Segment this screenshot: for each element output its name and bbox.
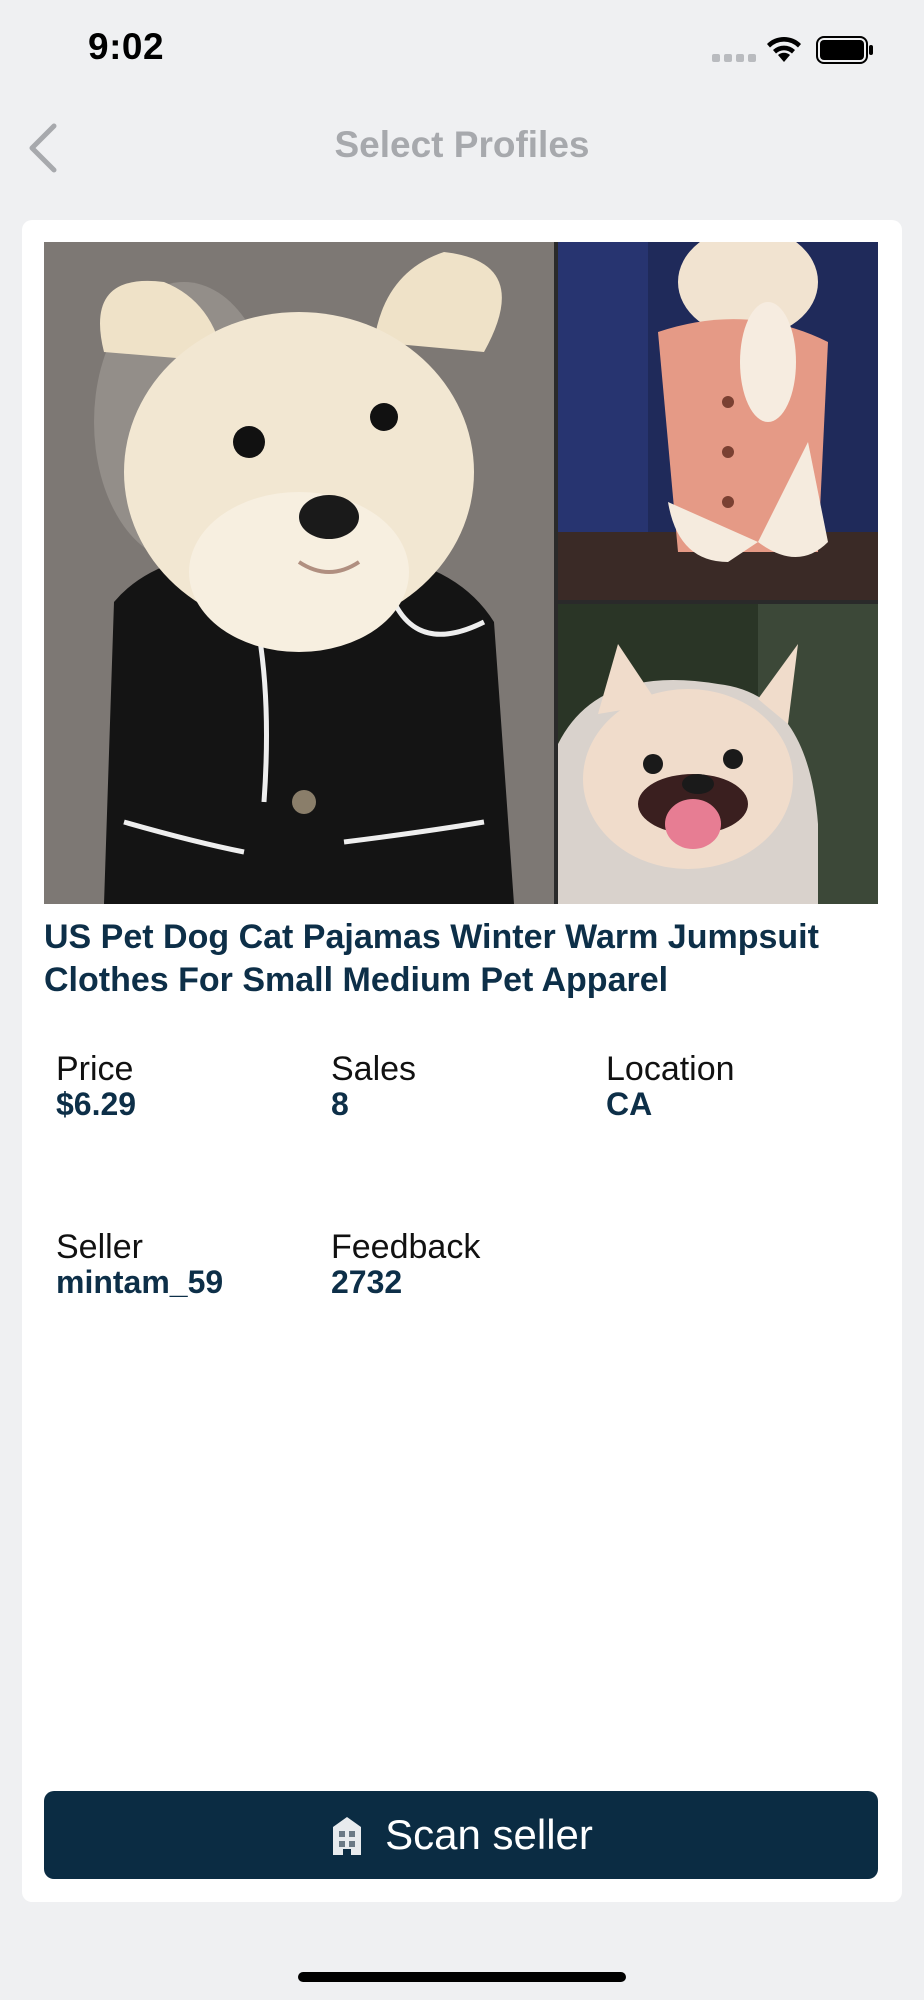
stat-location: Location CA xyxy=(606,1050,866,1120)
product-photo-main[interactable] xyxy=(44,242,554,904)
cellular-signal-icon xyxy=(712,54,756,64)
status-time: 9:02 xyxy=(88,26,165,67)
shop-scan-icon xyxy=(333,1817,362,1855)
stat-label: Location xyxy=(606,1050,735,1088)
stat-sales: Sales 8 xyxy=(331,1050,591,1120)
wifi-icon xyxy=(767,36,801,62)
stat-label: Seller xyxy=(56,1228,143,1266)
battery-icon xyxy=(816,36,873,64)
product-title[interactable]: US Pet Dog Cat Pajamas Winter Warm Jumps… xyxy=(44,916,884,1002)
product-photo-bottom[interactable] xyxy=(558,604,878,904)
page-title: Select Profiles xyxy=(334,124,590,165)
stat-value: 2732 xyxy=(331,1264,403,1300)
stat-value: $6.29 xyxy=(56,1086,137,1122)
home-indicator[interactable] xyxy=(298,1972,626,1982)
status-bar: 9:02 xyxy=(0,0,924,100)
stat-label: Sales xyxy=(331,1050,417,1088)
stat-value: mintam_59 xyxy=(56,1264,224,1300)
stat-seller: Seller mintam_59 xyxy=(56,1228,316,1298)
stat-label: Price xyxy=(56,1050,134,1088)
stat-label: Feedback xyxy=(331,1228,481,1266)
stat-feedback: Feedback 2732 xyxy=(331,1228,591,1298)
navigation-bar: Select Profiles xyxy=(0,100,924,196)
scan-seller-button[interactable]: Scan seller xyxy=(44,1791,878,1879)
scan-seller-label: Scan seller xyxy=(385,1811,593,1858)
product-card: US Pet Dog Cat Pajamas Winter Warm Jumps… xyxy=(22,220,902,1902)
product-photo-top[interactable] xyxy=(558,242,878,600)
stat-value: CA xyxy=(606,1086,653,1122)
stat-value: 8 xyxy=(331,1086,349,1122)
stat-price: Price $6.29 xyxy=(56,1050,316,1120)
product-image-gallery[interactable] xyxy=(44,242,878,904)
